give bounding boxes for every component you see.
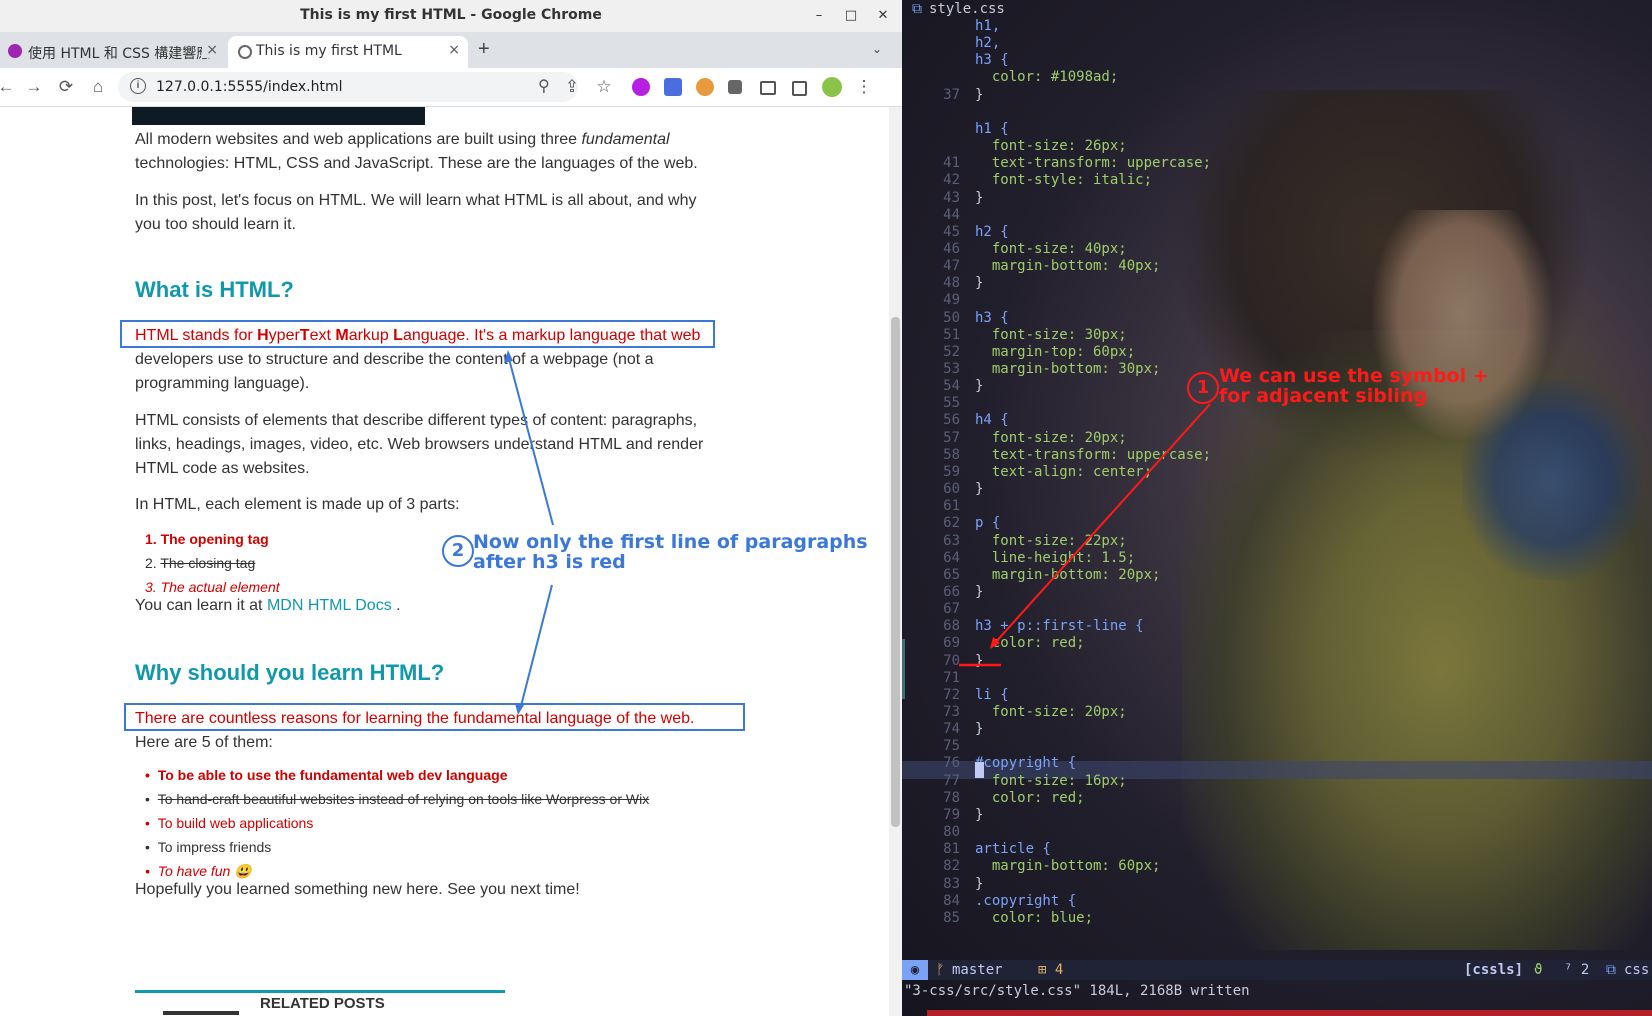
browser-toolbar: ← → ⟳ ⌂ i 127.0.0.1:5555/index.html ⚲ ⇪ … (0, 68, 902, 107)
browser-window: This is my first HTML - Google Chrome – … (0, 0, 902, 1016)
side-panel-icon[interactable] (792, 81, 807, 96)
share-icon[interactable]: ⇪ (560, 75, 584, 99)
address-bar[interactable]: i 127.0.0.1:5555/index.html ⚲ (118, 72, 578, 102)
translate-extension-icon[interactable] (664, 78, 682, 96)
home-icon[interactable]: ⌂ (86, 75, 110, 99)
git-branch-icon: ᚠ (936, 962, 945, 978)
extension-purple-icon[interactable] (632, 78, 650, 96)
back-arrow-icon[interactable]: ← (0, 75, 18, 99)
reading-list-icon[interactable] (760, 81, 776, 95)
title-bar: This is my first HTML - Google Chrome – … (0, 0, 902, 32)
close-window-button[interactable]: ✕ (872, 5, 894, 27)
forward-arrow-icon[interactable]: → (22, 75, 46, 99)
annotation-2-arrows (504, 350, 554, 715)
command-line-text: "3-css/src/style.css" 184L, 2168B writte… (904, 983, 1250, 999)
annotation-1-arrow (959, 403, 1211, 667)
extensions-puzzle-icon[interactable] (728, 80, 742, 94)
minimize-button[interactable]: – (808, 5, 830, 27)
code-editor: ⧉ style.css h1, h2, h3 { color: #1098ad; 37… (902, 0, 1652, 1016)
window-title: This is my first HTML - Google Chrome (300, 7, 602, 23)
page-viewport: All modern websites and web applications… (0, 107, 889, 1016)
scrollbar-thumb[interactable] (891, 317, 900, 827)
command-line[interactable]: "3-css/src/style.css" 184L, 2168B writte… (902, 980, 1652, 1006)
url-text[interactable]: 127.0.0.1:5555/index.html (156, 79, 343, 95)
filetype: css (1624, 962, 1650, 978)
page-scrollbar[interactable] (889, 107, 902, 1016)
close-tab-icon[interactable]: × (448, 42, 460, 58)
chrome-menu-icon[interactable]: ⋮ (852, 75, 876, 99)
broadcast-favicon-icon (238, 45, 252, 59)
tab-label: 使用 HTML 和 CSS 構建響應 (28, 46, 211, 62)
diagnostic-count: ⁷ 2 (1564, 962, 1590, 978)
close-tab-icon[interactable]: × (202, 42, 218, 58)
profile-avatar[interactable] (822, 77, 842, 97)
git-changes: ⊞ 4 (1038, 962, 1064, 978)
mode-indicator: ◉ (902, 960, 928, 980)
tab-strip: 使用 HTML 和 CSS 構建響應 × This is my first HT… (0, 32, 902, 68)
tab-first-html[interactable]: This is my first HTML × (228, 36, 468, 68)
status-bar: ◉ ᚠ master ⊞ 4 [cssls] ϑ ⁷ 2 ⧉ css (902, 960, 1652, 980)
lsp-status: [cssls] (1464, 962, 1524, 978)
git-branch: master (952, 962, 1003, 978)
zoom-icon[interactable]: ⚲ (538, 76, 550, 96)
reload-icon[interactable]: ⟳ (54, 75, 78, 99)
new-tab-button[interactable]: + (478, 38, 490, 61)
css-filetype-icon: ⧉ (1606, 962, 1616, 978)
bookmark-star-icon[interactable]: ☆ (592, 75, 616, 99)
lsp-icon: ϑ (1534, 962, 1543, 978)
bottom-accent (927, 1010, 1652, 1016)
site-favicon-icon (8, 44, 22, 58)
site-info-icon[interactable]: i (130, 78, 146, 94)
tab-search-chevron-down-icon[interactable]: ⌄ (872, 42, 882, 56)
cookie-extension-icon[interactable] (696, 78, 714, 96)
maximize-button[interactable]: □ (840, 5, 862, 27)
tab-label: This is my first HTML (256, 43, 402, 59)
tab-responsive-site[interactable]: 使用 HTML 和 CSS 構建響應 × (0, 36, 226, 68)
